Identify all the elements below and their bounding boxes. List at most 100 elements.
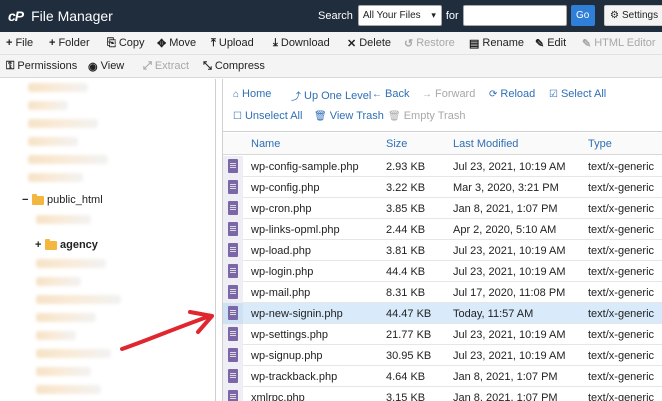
back-button[interactable]: ← Back (372, 88, 409, 100)
extract-button[interactable]: ⤢ Extract (143, 60, 189, 73)
pencil-icon: ✎ (582, 37, 592, 50)
restore-button[interactable]: ↺ Restore (404, 37, 455, 50)
table-row[interactable]: wp-mail.php 8.31 KB Jul 17, 2020, 11:08 PM… (223, 282, 662, 303)
delete-label: Delete (359, 37, 392, 49)
table-row[interactable]: wp-login.php 44.4 KB Jul 23, 2021, 10:19 A… (223, 261, 662, 282)
blurred-tree-item (36, 295, 121, 304)
unselect-all-label: Unselect All (244, 110, 303, 122)
view-label: View (100, 60, 125, 72)
column-header-last-modified[interactable]: Last Modified (453, 138, 518, 150)
file-size: 2.44 KB (386, 224, 426, 236)
html-editor-button[interactable]: ✎ HTML Editor (582, 37, 656, 50)
table-row[interactable]: wp-links-opml.php 2.44 KB Apr 2, 2020, 5:1… (223, 219, 662, 240)
go-button[interactable]: Go (570, 5, 595, 26)
table-row[interactable]: wp-trackback.php 4.64 KB Jan 8, 2021, 1:07… (223, 366, 662, 387)
up-one-level-button[interactable]: ⤴ Up One Level (291, 88, 371, 104)
new-file-button[interactable]: + File (6, 37, 33, 49)
settings-button[interactable]: ⚙ Settings (604, 5, 662, 26)
toolbar-primary: + File + Folder ⎘ Copy ✥ Move ⤒ Upload ⤓ Downl… (0, 32, 662, 55)
checkbox-checked-icon: ☑ (549, 88, 558, 100)
download-button[interactable]: ⤓ Download (273, 37, 330, 50)
for-label: for (445, 9, 459, 22)
level-up-icon: ⤴ (291, 92, 301, 103)
home-label: Home (242, 88, 272, 100)
row-icon-cell (223, 240, 243, 261)
upload-button[interactable]: ⤒ Upload (211, 37, 254, 50)
row-icon-cell (223, 282, 243, 303)
compress-button[interactable]: ⤡ Compress (203, 60, 265, 73)
edit-button[interactable]: ✎ Edit (535, 37, 566, 50)
unselect-all-button[interactable]: ☐ Unselect All (233, 110, 302, 122)
file-last-modified: Today, 11:57 AM (453, 308, 534, 320)
new-folder-label: Folder (58, 37, 90, 49)
file-name: wp-login.php (251, 266, 314, 278)
tree-item-agency[interactable]: + agency (35, 238, 98, 251)
gear-icon: ⚙ (610, 10, 619, 21)
table-row[interactable]: xmlrpc.php 3.15 KB Jan 8, 2021, 1:07 PM tex… (223, 387, 662, 401)
row-icon-cell (223, 345, 243, 366)
file-last-modified: Jan 8, 2021, 1:07 PM (453, 371, 558, 383)
app-title: File Manager (31, 8, 113, 24)
empty-trash-button[interactable]: 🗑 Empty Trash (388, 110, 465, 122)
copy-button[interactable]: ⎘ Copy (107, 37, 145, 50)
chevron-down-icon: ▾ (431, 10, 436, 20)
expand-icon[interactable]: + (35, 239, 45, 251)
move-button[interactable]: ✥ Move (157, 37, 196, 50)
toolbar-secondary: ⚿ Permissions ◉ View ⤢ Extract ⤡ Compress (0, 55, 662, 78)
table-row[interactable]: wp-cron.php 3.85 KB Jan 8, 2021, 1:07 PM te… (223, 198, 662, 219)
new-folder-button[interactable]: + Folder (49, 37, 90, 49)
collapse-icon[interactable]: − (22, 194, 32, 206)
row-icon-cell (223, 261, 243, 282)
row-icon-cell (223, 198, 243, 219)
folder-icon (45, 238, 57, 250)
compress-label: Compress (214, 60, 265, 72)
blurred-tree-item (36, 215, 91, 224)
annotation-arrow (120, 310, 214, 351)
home-button[interactable]: ⌂ Home (233, 88, 271, 100)
search-input[interactable] (462, 5, 567, 26)
file-type: text/x-generic (588, 371, 655, 383)
blurred-tree-item (28, 137, 78, 146)
view-trash-button[interactable]: 🗑 View Trash (314, 110, 384, 122)
permissions-button[interactable]: ⚿ Permissions (6, 60, 77, 73)
table-row[interactable]: wp-signup.php 30.95 KB Jul 23, 2021, 10:19… (223, 345, 662, 366)
delete-button[interactable]: ✕ Delete (347, 37, 391, 50)
forward-button[interactable]: → Forward (422, 88, 475, 100)
rename-button[interactable]: ▤ Rename (469, 37, 524, 50)
table-row[interactable]: wp-config.php 3.22 KB Mar 3, 2020, 3:21 PM… (223, 177, 662, 198)
php-file-icon (228, 264, 238, 278)
column-header-type[interactable]: Type (588, 138, 612, 150)
blurred-tree-item (36, 349, 111, 358)
plus-icon: + (6, 37, 13, 49)
column-header-size[interactable]: Size (386, 138, 407, 150)
file-type: text/x-generic (588, 161, 655, 173)
file-type: text/x-generic (588, 329, 655, 341)
php-file-icon (228, 348, 238, 362)
file-last-modified: Jul 23, 2021, 10:19 AM (453, 161, 566, 173)
view-button[interactable]: ◉ View (88, 60, 124, 73)
row-icon-cell (223, 156, 243, 177)
upload-label: Upload (218, 37, 254, 49)
file-name: wp-load.php (251, 245, 311, 257)
file-type: text/x-generic (588, 245, 655, 257)
file-type: text/x-generic (588, 392, 655, 401)
table-row[interactable]: wp-load.php 3.81 KB Jul 23, 2021, 10:19 AM… (223, 240, 662, 261)
tree-item-public-html[interactable]: − public_html (22, 193, 103, 206)
move-icon: ✥ (157, 37, 167, 50)
move-label: Move (169, 37, 197, 49)
trash-icon: 🗑 (388, 110, 401, 122)
select-all-label: Select All (560, 88, 607, 100)
extract-icon: ⤢ (143, 59, 152, 72)
select-all-button[interactable]: ☑ Select All (549, 88, 606, 100)
rename-icon: ▤ (469, 37, 480, 50)
php-file-icon (228, 369, 238, 383)
file-last-modified: Jul 17, 2020, 11:08 PM (453, 287, 566, 299)
cpanel-logo[interactable]: cP File Manager (8, 8, 113, 24)
reload-button[interactable]: ⟳ Reload (489, 88, 535, 100)
table-row[interactable]: wp-settings.php 21.77 KB Jul 23, 2021, 10:… (223, 324, 662, 345)
file-name: wp-new-signin.php (251, 308, 343, 320)
search-scope-select[interactable]: All Your Files ▾ (357, 5, 442, 26)
table-row[interactable]: wp-config-sample.php 2.93 KB Jul 23, 2021,… (223, 156, 662, 177)
column-header-name[interactable]: Name (251, 138, 280, 150)
table-row-selected[interactable]: wp-new-signin.php 44.47 KB Today, 11:57 AM… (223, 303, 662, 324)
